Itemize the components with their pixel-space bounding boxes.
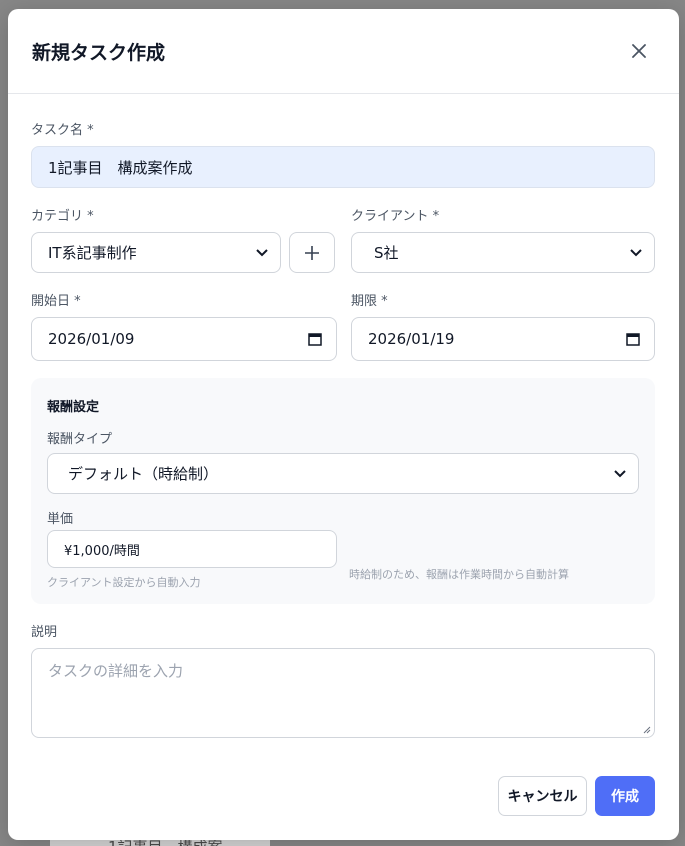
category-value: IT系記事制作 <box>48 244 137 262</box>
reward-section-title: 報酬設定 <box>47 400 100 415</box>
cancel-button[interactable]: キャンセル <box>498 776 587 816</box>
task-name-value: 1記事目 構成案作成 <box>48 158 193 177</box>
description-textarea[interactable]: タスクの詳細を入力 <box>31 648 655 738</box>
task-name-input[interactable]: 1記事目 構成案作成 <box>31 146 655 188</box>
start-date-label: 開始日 * <box>31 294 81 309</box>
modal-title: 新規タスク作成 <box>32 41 166 64</box>
calc-hint: 時給制のため、報酬は作業時間から自動計算 <box>349 568 569 581</box>
add-category-button[interactable] <box>289 232 335 273</box>
chevron-down-icon <box>630 248 642 256</box>
unit-price-value: ¥1,000/時間 <box>64 543 140 559</box>
category-label: カテゴリ * <box>31 209 94 224</box>
description-label: 説明 <box>31 625 58 640</box>
due-date-value: 2026/01/19 <box>368 330 455 348</box>
category-select[interactable]: IT系記事制作 <box>31 232 281 273</box>
close-icon <box>632 44 646 58</box>
task-name-label: タスク名 * <box>31 123 94 138</box>
reward-type-label: 報酬タイプ <box>47 432 113 447</box>
reward-type-select[interactable]: デフォルト（時給制） <box>47 453 639 494</box>
due-date-input[interactable]: 2026/01/19 <box>351 317 655 361</box>
new-task-modal: 新規タスク作成 タスク名 * 1記事目 構成案作成 カテゴリ * IT系記事制作… <box>8 9 679 840</box>
chevron-down-icon <box>614 469 626 477</box>
calendar-icon[interactable] <box>308 332 322 346</box>
chevron-down-icon <box>256 248 268 256</box>
plus-icon <box>305 245 319 260</box>
resize-grip-icon[interactable] <box>643 726 651 734</box>
reward-type-value: デフォルト（時給制） <box>68 465 219 483</box>
client-select[interactable]: S社 <box>351 232 655 273</box>
unit-price-hint: クライアント設定から自動入力 <box>47 576 201 589</box>
start-date-value: 2026/01/09 <box>48 330 135 348</box>
unit-price-label: 単価 <box>47 512 74 527</box>
description-placeholder: タスクの詳細を入力 <box>48 662 184 680</box>
unit-price-input[interactable]: ¥1,000/時間 <box>47 530 337 568</box>
create-button[interactable]: 作成 <box>595 776 655 816</box>
client-value: S社 <box>374 244 399 262</box>
close-button[interactable] <box>627 39 651 63</box>
due-date-label: 期限 * <box>351 294 388 309</box>
client-label: クライアント * <box>351 209 440 224</box>
calendar-icon[interactable] <box>626 332 640 346</box>
start-date-input[interactable]: 2026/01/09 <box>31 317 337 361</box>
reward-settings-panel: 報酬設定 報酬タイプ デフォルト（時給制） 単価 ¥1,000/時間 クライアン… <box>31 378 655 604</box>
modal-header: 新規タスク作成 <box>8 9 679 94</box>
